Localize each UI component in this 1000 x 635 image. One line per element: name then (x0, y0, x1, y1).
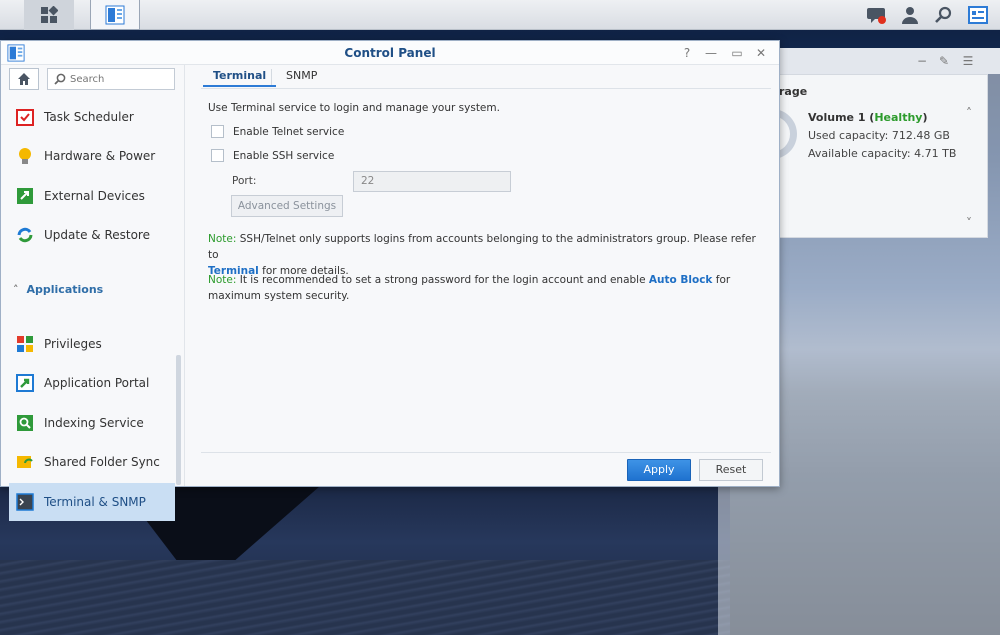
sidebar-item-label: Update & Restore (44, 228, 150, 242)
minimize-icon[interactable]: — (703, 45, 719, 61)
note-security: Note: It is recommended to set a strong … (208, 272, 738, 304)
user-options-button[interactable] (893, 0, 927, 30)
notification-chat-icon (867, 8, 886, 24)
maximize-icon[interactable]: ▭ (729, 45, 745, 61)
ssh-label: Enable SSH service (233, 149, 335, 162)
tab-divider (271, 69, 272, 85)
sidebar-item-shared-folder-sync[interactable]: Shared Folder Sync (9, 443, 175, 481)
advanced-settings-button[interactable]: Advanced Settings (231, 195, 343, 217)
search-icon (54, 73, 66, 85)
volume-close-paren: ) (922, 111, 928, 124)
sidebar-item-label: External Devices (44, 189, 145, 203)
telnet-option[interactable]: Enable Telnet service (211, 125, 344, 138)
tab-terminal[interactable]: Terminal (203, 69, 277, 87)
note-text: SSH/Telnet only supports logins from acc… (208, 233, 756, 261)
volume-label: Volume 1 ( (808, 111, 875, 124)
chevron-up-icon[interactable]: ˄ (961, 105, 977, 121)
ssh-checkbox[interactable] (211, 149, 224, 162)
widget-panel-icon (968, 6, 988, 24)
auto-block-link[interactable]: Auto Block (649, 274, 713, 286)
wallpaper-sand (0, 560, 730, 635)
sidebar-item-external-devices[interactable]: External Devices (9, 177, 175, 215)
tab-bar: Terminal SNMP (201, 65, 771, 89)
note-key: Note: (208, 274, 237, 286)
terminal-description: Use Terminal service to login and manage… (208, 102, 500, 114)
sidebar-item-hardware-power[interactable]: Hardware & Power (9, 137, 175, 175)
main-menu-button[interactable] (24, 0, 74, 30)
control-panel-icon (105, 5, 125, 24)
sidebar: Task Scheduler Hardware & Power External… (1, 65, 185, 521)
terminal-settings-panel: Terminal SNMP Use Terminal service to lo… (201, 65, 771, 486)
available-capacity: Available capacity: 4.71 TB (808, 147, 957, 160)
application-portal-icon (15, 373, 35, 393)
window-titlebar[interactable]: Control Panel ? — ▭ ✕ (1, 41, 779, 65)
sidebar-item-indexing-service[interactable]: Indexing Service (9, 404, 175, 442)
volume-name: Volume 1 (Healthy) (808, 111, 928, 124)
apply-button[interactable]: Apply (627, 459, 691, 481)
update-restore-icon (15, 225, 35, 245)
close-icon[interactable]: ✕ (753, 45, 769, 61)
sidebar-scrollbar[interactable] (176, 355, 181, 485)
terminal-icon (15, 492, 35, 512)
light-bulb-icon (15, 146, 35, 166)
widget-settings-icon[interactable]: ☰ (960, 53, 976, 69)
section-label: Applications (26, 283, 104, 296)
sidebar-item-label: Indexing Service (44, 416, 144, 430)
user-icon (902, 7, 918, 24)
note-text: It is recommended to set a strong passwo… (239, 274, 646, 286)
control-panel-window: Control Panel ? — ▭ ✕ Task Scheduler (0, 40, 780, 521)
tab-snmp[interactable]: SNMP (276, 69, 327, 87)
shared-folder-sync-icon (15, 452, 35, 472)
sidebar-item-label: Task Scheduler (44, 110, 134, 124)
port-field[interactable]: 22 (353, 171, 511, 192)
search-icon (935, 6, 952, 23)
note-key: Note: (208, 233, 237, 245)
sidebar-section-applications[interactable]: ˄ Applications (13, 283, 103, 296)
telnet-label: Enable Telnet service (233, 125, 345, 138)
widgets-button[interactable] (961, 0, 995, 30)
sidebar-item-terminal-snmp[interactable]: Terminal & SNMP (9, 483, 175, 521)
sidebar-item-label: Application Portal (44, 376, 150, 390)
window-footer: Apply Reset (201, 452, 771, 486)
reset-button[interactable]: Reset (699, 459, 763, 481)
search-input[interactable] (70, 71, 170, 87)
telnet-checkbox[interactable] (211, 125, 224, 138)
privileges-icon (15, 334, 35, 354)
search-button[interactable] (927, 0, 961, 30)
home-button[interactable] (9, 68, 39, 90)
sidebar-item-label: Shared Folder Sync (44, 455, 160, 469)
help-icon[interactable]: ? (679, 45, 695, 61)
sidebar-item-label: Privileges (44, 337, 102, 351)
external-device-icon (15, 186, 35, 206)
sidebar-item-task-scheduler[interactable]: Task Scheduler (9, 98, 175, 136)
sidebar-item-application-portal[interactable]: Application Portal (9, 364, 175, 402)
sidebar-item-label: Terminal & SNMP (44, 495, 146, 509)
widget-add-icon[interactable]: − (914, 53, 930, 69)
chevron-up-icon: ˄ (13, 283, 19, 296)
port-label: Port: (232, 175, 257, 187)
home-icon (18, 73, 30, 85)
main-menu-icon (41, 6, 58, 23)
calendar-icon (15, 107, 35, 127)
widget-title: rage (779, 85, 808, 98)
sidebar-item-update-restore[interactable]: Update & Restore (9, 216, 175, 254)
used-capacity: Used capacity: 712.48 GB (808, 129, 950, 142)
taskbar (0, 0, 1000, 30)
widget-pin-icon[interactable]: ✎ (936, 53, 952, 69)
taskbar-control-panel-button[interactable] (90, 0, 140, 30)
chevron-down-icon[interactable]: ˅ (961, 215, 977, 231)
sidebar-item-privileges[interactable]: Privileges (9, 325, 175, 363)
indexing-service-icon (15, 413, 35, 433)
volume-status: Healthy (874, 111, 923, 124)
notifications-button[interactable] (860, 0, 894, 30)
ssh-option[interactable]: Enable SSH service (211, 149, 334, 162)
sidebar-item-label: Hardware & Power (44, 149, 156, 163)
window-title: Control Panel (344, 46, 436, 60)
sidebar-search[interactable] (47, 68, 175, 90)
